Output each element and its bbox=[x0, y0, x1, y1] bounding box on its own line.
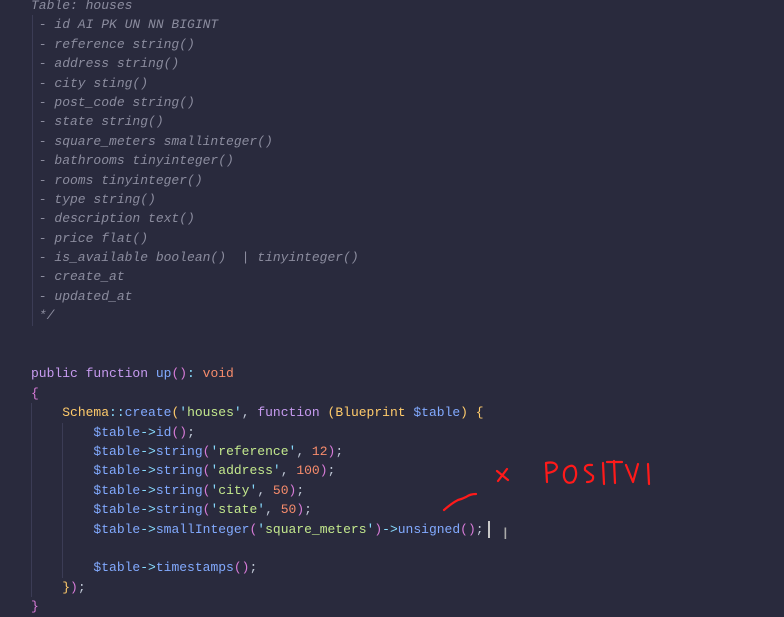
underline-squiggle bbox=[442, 492, 478, 512]
letter-S bbox=[583, 463, 595, 484]
handwritten-annotation bbox=[442, 459, 651, 512]
letter-P bbox=[544, 461, 559, 484]
letter-V bbox=[624, 462, 640, 484]
letter-I bbox=[601, 461, 606, 486]
x-mark bbox=[495, 467, 510, 483]
letter-T bbox=[605, 459, 624, 485]
letter-O bbox=[562, 464, 578, 484]
letter-I2 bbox=[646, 462, 651, 486]
